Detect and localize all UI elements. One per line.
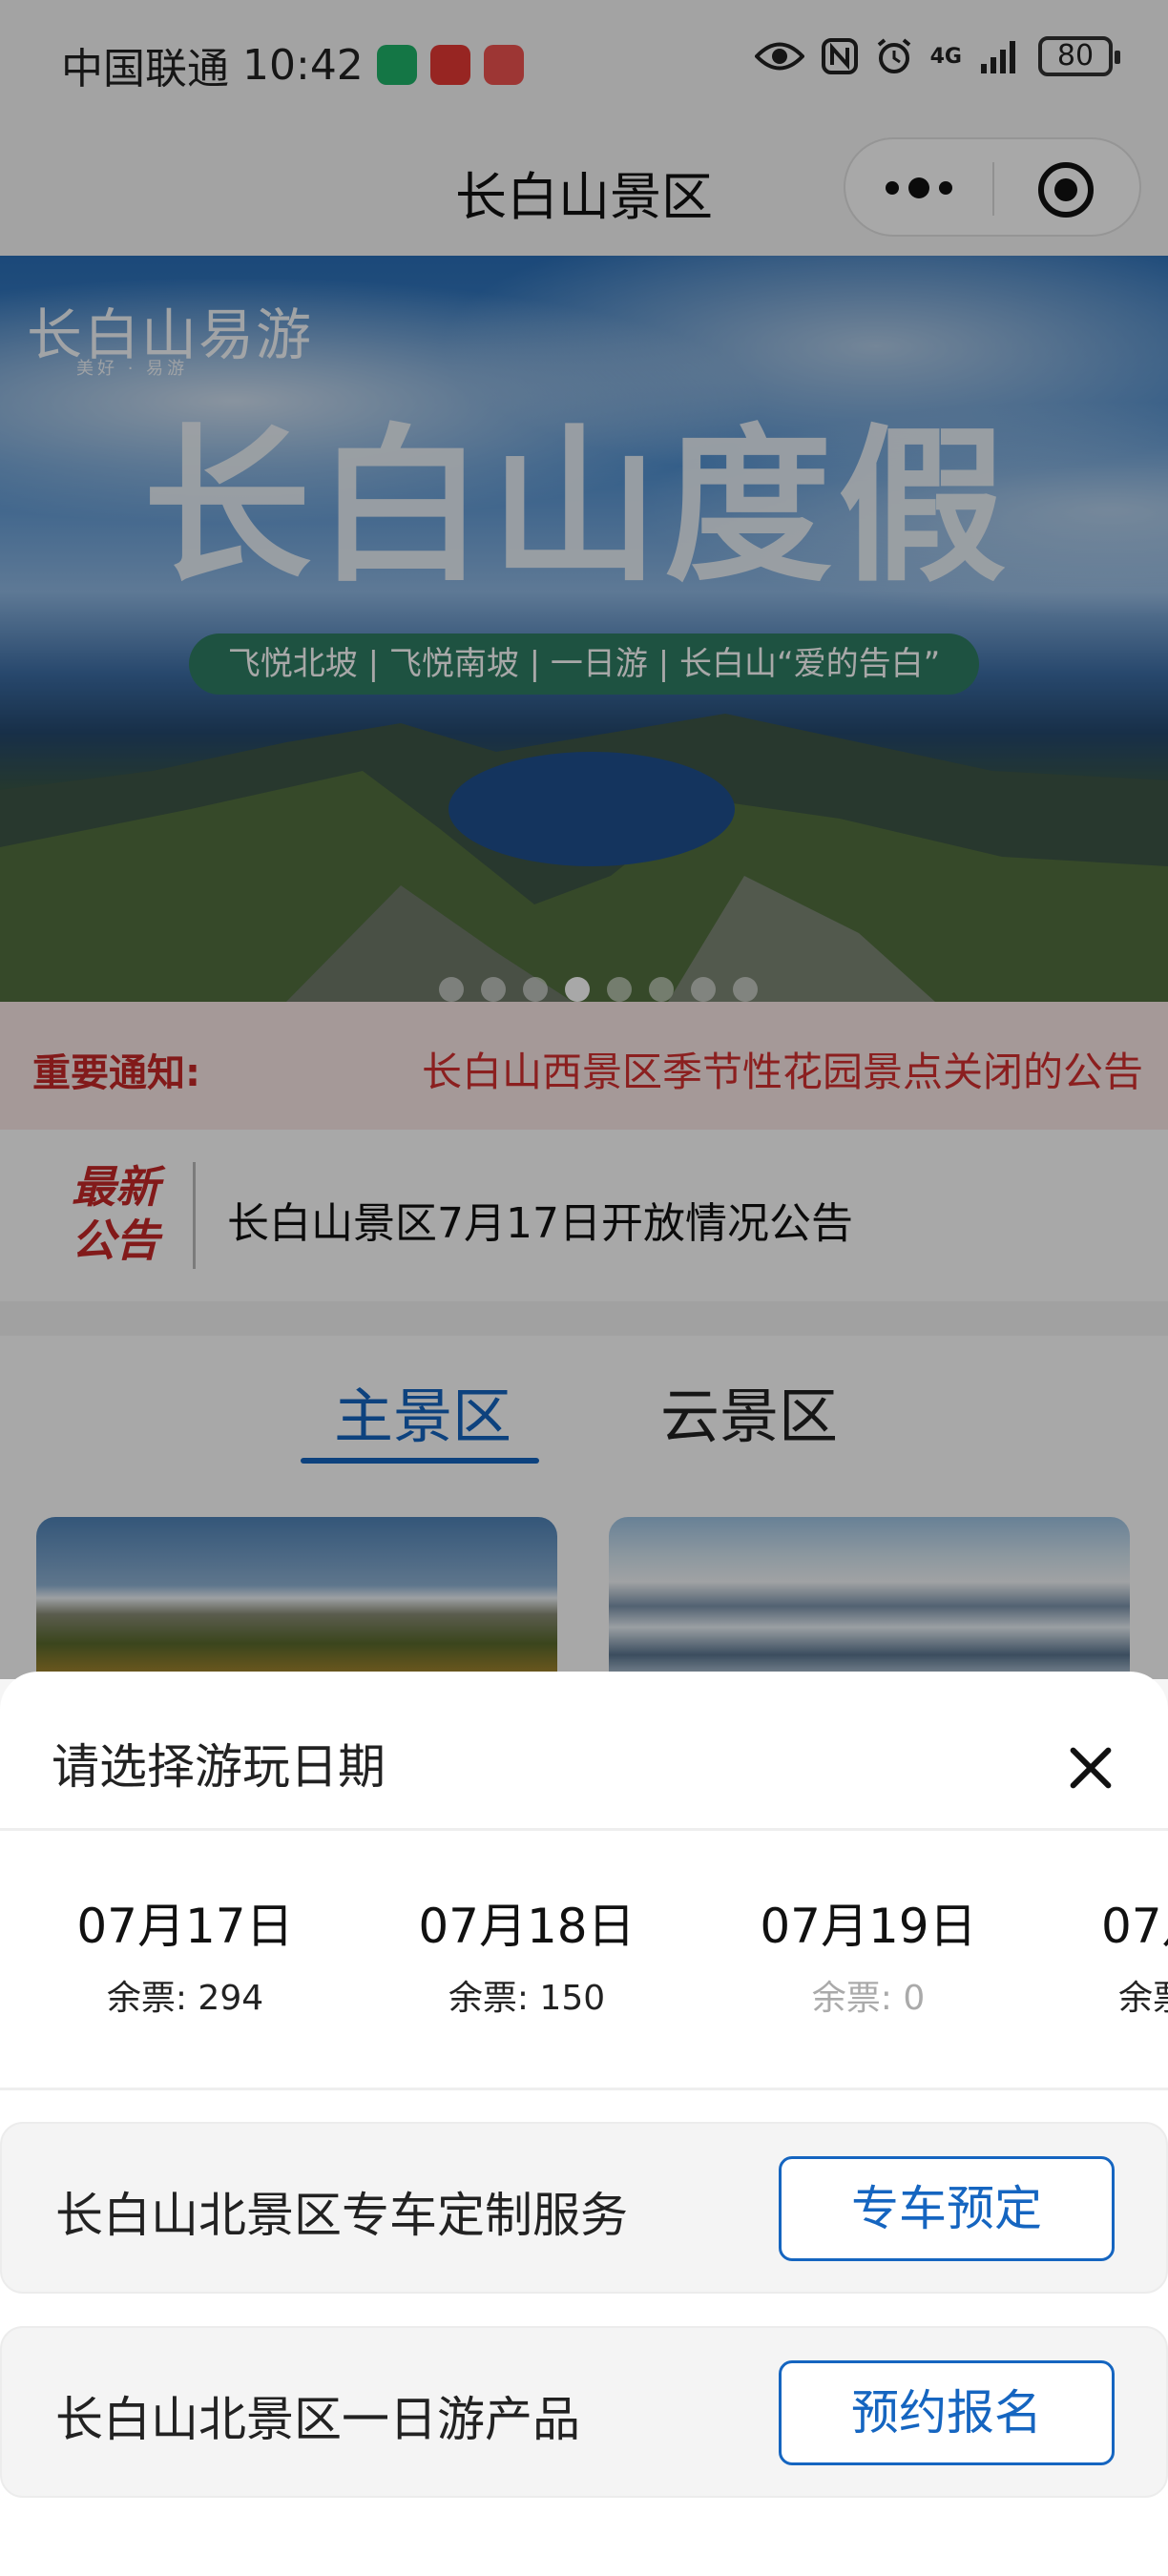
service-label: 长白山北景区一日游产品	[55, 2392, 580, 2447]
date-option[interactable]: 07月18日 余票: 150	[384, 1888, 670, 2020]
remaining-tickets: 余票: 294	[106, 1979, 264, 2018]
service-row-private-car: 长白山北景区专车定制服务 专车预定	[0, 2122, 1168, 2294]
register-day-tour-button[interactable]: 预约报名	[779, 2360, 1115, 2465]
date-label: 07月20日	[1101, 1899, 1168, 1954]
remaining-tickets: 余票: 150	[448, 1979, 606, 2018]
service-row-day-tour: 长白山北景区一日游产品 预约报名	[0, 2326, 1168, 2498]
date-label: 07月19日	[760, 1899, 977, 1954]
sheet-title: 请选择游玩日期	[52, 1739, 386, 1795]
service-label: 长白山北景区专车定制服务	[55, 2188, 628, 2243]
date-label: 07月17日	[76, 1899, 294, 1954]
divider	[0, 2088, 1168, 2090]
date-option[interactable]: 07月19日 余票: 0	[725, 1888, 1012, 2020]
date-option[interactable]: 07月17日 余票: 294	[42, 1888, 328, 2020]
remaining-tickets: 余票	[1118, 1979, 1168, 2018]
remaining-tickets: 余票: 0	[811, 1979, 926, 2018]
date-picker-sheet: 请选择游玩日期 07月17日 余票: 294 07月18日 余票: 150 07…	[0, 1672, 1168, 2576]
book-private-car-button[interactable]: 专车预定	[779, 2156, 1115, 2261]
close-icon[interactable]	[1069, 1746, 1113, 1790]
date-option[interactable]: 07月20日 余票	[1101, 1888, 1168, 2020]
modal-overlay[interactable]	[0, 0, 1168, 1679]
date-list: 07月17日 余票: 294 07月18日 余票: 150 07月19日 余票:…	[0, 1831, 1168, 2090]
date-label: 07月18日	[418, 1899, 636, 1954]
